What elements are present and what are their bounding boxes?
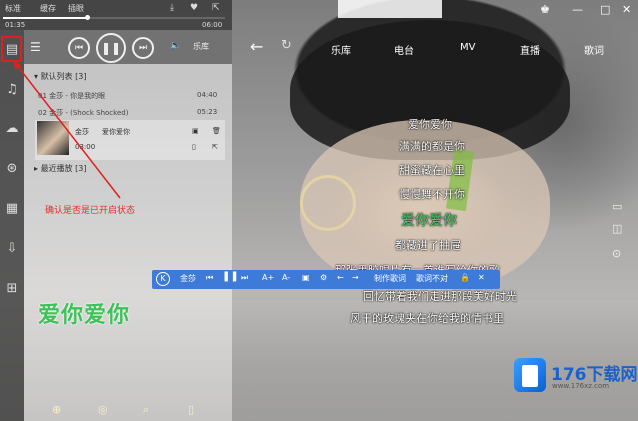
nav-lyrics[interactable]: 歌词 bbox=[584, 42, 604, 57]
lyric-line: 回忆带着我们走进那段美好时光 bbox=[363, 290, 517, 303]
refresh-icon[interactable]: ↻ bbox=[281, 38, 292, 53]
search-icon[interactable]: ⌕ bbox=[143, 403, 149, 417]
annotation-text: 确认是否是已开启状态 bbox=[45, 206, 136, 216]
minimize-icon[interactable]: — bbox=[572, 3, 583, 16]
desktop-lyric-text: 爱你爱你 bbox=[38, 303, 131, 328]
lyric-line: 都藏进了抽屉 bbox=[395, 239, 461, 252]
close-icon[interactable]: ✕ bbox=[622, 3, 631, 16]
lyric-line: 慢慢舞不开你 bbox=[399, 188, 465, 201]
lyric-wrong-button[interactable]: 歌词不对 bbox=[416, 273, 448, 284]
font-down-icon[interactable]: A- bbox=[282, 273, 290, 282]
lyric-line: 爱你爱你 bbox=[408, 118, 452, 131]
phone-icon[interactable]: ▯ bbox=[188, 403, 194, 416]
font-up-icon[interactable]: A+ bbox=[262, 273, 274, 282]
kb-pause-icon[interactable]: ❚❚ bbox=[222, 271, 239, 282]
comment-icon[interactable]: ◫ bbox=[612, 222, 622, 235]
watermark-logo-inner bbox=[522, 365, 538, 387]
lyric-line-current: 爱你爱你 bbox=[401, 213, 457, 229]
kb-close-icon[interactable]: ✕ bbox=[478, 273, 485, 282]
lyric-line: 甜蜜藏在心里 bbox=[399, 164, 465, 177]
locate-icon[interactable]: ◎ bbox=[98, 403, 108, 416]
karaoke-artist: 金莎 bbox=[180, 274, 196, 283]
kb-lock-icon[interactable]: 🔒 bbox=[460, 273, 470, 282]
k-logo-icon[interactable]: K bbox=[156, 272, 170, 286]
back-icon[interactable]: ← bbox=[250, 37, 263, 56]
music-player-window: 标准 缓存 插眼 ⤓ ♥ ⇱ 01:35 06:00 ▤ ♫ ☁ ⊛ ▦ ⇩ ⊞… bbox=[0, 0, 638, 421]
more-options-icon[interactable]: ⊙ bbox=[612, 247, 621, 260]
kb-forward-icon[interactable]: → bbox=[352, 273, 359, 282]
skin-icon[interactable]: ♚ bbox=[540, 3, 550, 16]
nav-live[interactable]: 直播 bbox=[520, 42, 540, 57]
kb-next-icon[interactable]: ⏭ bbox=[241, 273, 248, 283]
search-box[interactable] bbox=[338, 0, 442, 18]
kb-back-icon[interactable]: ← bbox=[337, 273, 344, 282]
kb-style-icon[interactable]: ▣ bbox=[302, 273, 310, 282]
make-lyric-button[interactable]: 制作歌词 bbox=[374, 273, 406, 284]
kb-settings-icon[interactable]: ⚙ bbox=[320, 273, 327, 282]
add-icon[interactable]: ⊕ bbox=[52, 403, 61, 416]
lyric-line: 风干的玫瑰夹在你给我的情书里 bbox=[350, 312, 504, 325]
nav-library[interactable]: 乐库 bbox=[331, 42, 351, 57]
mini-mode-icon[interactable]: □ bbox=[600, 3, 610, 16]
nav-radio[interactable]: 电台 bbox=[394, 42, 414, 57]
lyric-line: 满满的都是你 bbox=[399, 140, 465, 153]
screen-icon[interactable]: ▭ bbox=[612, 200, 622, 213]
watermark-url: www.176xz.com bbox=[552, 382, 610, 390]
kb-prev-icon[interactable]: ⏮ bbox=[206, 273, 213, 283]
nav-mv[interactable]: MV bbox=[460, 42, 475, 53]
